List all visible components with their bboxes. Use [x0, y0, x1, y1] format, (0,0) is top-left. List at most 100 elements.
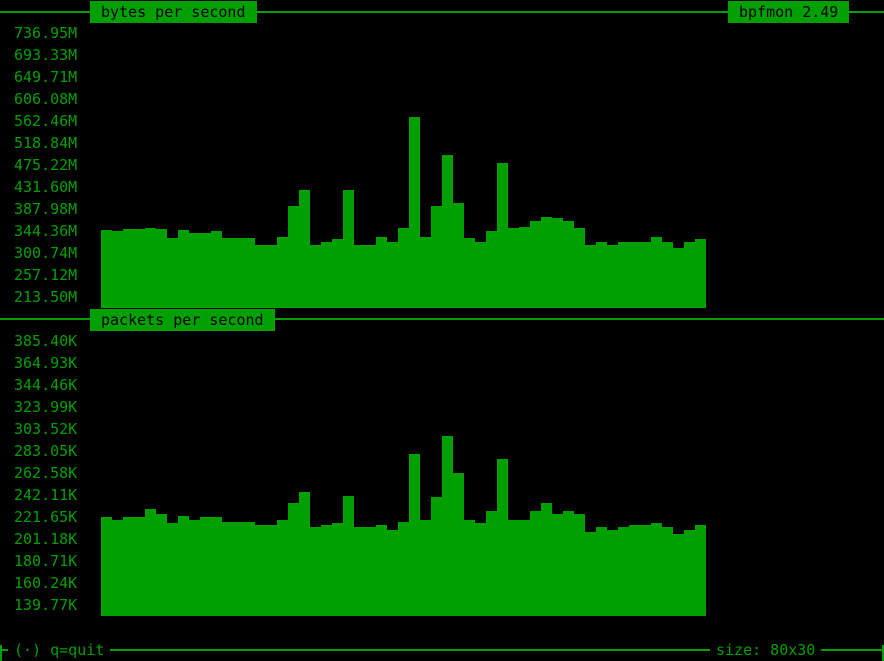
- y-tick-label: 606.08M: [14, 90, 78, 108]
- chart-bar: [629, 242, 640, 308]
- chart-bar: [695, 525, 706, 616]
- chart-bar: [255, 244, 266, 308]
- chart-bar: [497, 162, 508, 308]
- chart-bar: [563, 511, 574, 616]
- chart-bar: [365, 244, 376, 308]
- chart-bar: [618, 242, 629, 308]
- chart-bar: [629, 525, 640, 616]
- chart-bar: [288, 206, 299, 308]
- chart-bar: [233, 522, 244, 616]
- chart-bar: [167, 238, 178, 308]
- y-tick-label: 385.40K: [14, 332, 78, 350]
- chart-bar: [662, 527, 673, 616]
- chart-bar: [101, 516, 112, 616]
- chart-bar: [222, 238, 233, 308]
- y-tick-label: 431.60M: [14, 178, 78, 196]
- chart-bar: [266, 244, 277, 308]
- y-tick-label: 562.46M: [14, 112, 78, 130]
- chart-bar: [508, 519, 519, 616]
- y-tick-label: 323.99K: [14, 398, 78, 416]
- packets-chart: [101, 330, 884, 616]
- y-tick-label: 300.74M: [14, 244, 78, 262]
- y-tick-label: 387.98M: [14, 200, 78, 218]
- chart-bar: [684, 529, 695, 616]
- chart-bar: [134, 229, 145, 308]
- bytes-chart: [101, 22, 884, 308]
- chart-bar: [123, 516, 134, 616]
- chart-bar: [244, 522, 255, 616]
- chart-bar: [299, 190, 310, 308]
- chart-bar: [596, 527, 607, 616]
- chart-bar: [442, 436, 453, 616]
- chart-bar: [596, 242, 607, 308]
- packets-panel-title: packets per second: [90, 309, 275, 331]
- chart-bar: [585, 531, 596, 616]
- chart-bar: [387, 529, 398, 616]
- chart-bar: [343, 496, 354, 616]
- chart-bar: [200, 233, 211, 308]
- chart-bar: [497, 458, 508, 616]
- chart-bar: [530, 220, 541, 308]
- chart-bar: [398, 228, 409, 308]
- chart-bar: [607, 529, 618, 616]
- chart-bar: [222, 522, 233, 616]
- chart-bar: [552, 218, 563, 308]
- chart-bar: [277, 236, 288, 308]
- y-tick-label: 344.46K: [14, 376, 78, 394]
- y-tick-label: 364.93K: [14, 354, 78, 372]
- packets-y-axis: 385.40K 364.93K 344.46K 323.99K 303.52K …: [14, 330, 94, 616]
- chart-bar: [178, 229, 189, 308]
- chart-bar: [607, 244, 618, 308]
- chart-bar: [310, 244, 321, 308]
- chart-bar: [211, 516, 222, 616]
- chart-bar: [475, 242, 486, 308]
- chart-bar: [288, 502, 299, 616]
- chart-bar: [354, 527, 365, 616]
- app-title: bpfmon 2.49: [728, 1, 850, 23]
- y-tick-label: 649.71M: [14, 68, 78, 86]
- size-indicator: size: 80x30: [710, 639, 822, 661]
- chart-bar: [464, 519, 475, 616]
- y-tick-label: 242.11K: [14, 486, 78, 504]
- chart-bar: [123, 229, 134, 308]
- chart-bar: [189, 233, 200, 308]
- chart-bar: [640, 525, 651, 616]
- chart-bar: [398, 522, 409, 616]
- bytes-y-axis: 736.95M 693.33M 649.71M 606.08M 562.46M …: [14, 22, 94, 308]
- chart-bar: [354, 244, 365, 308]
- chart-bar: [101, 229, 112, 308]
- quit-hint[interactable]: (·) q=quit: [8, 639, 111, 661]
- chart-bar: [662, 242, 673, 308]
- chart-bar: [508, 228, 519, 308]
- chart-bar: [541, 216, 552, 308]
- y-tick-label: 283.05K: [14, 442, 78, 460]
- chart-bar: [475, 523, 486, 616]
- chart-bar: [112, 230, 123, 308]
- chart-bar: [387, 242, 398, 308]
- chart-bar: [464, 238, 475, 308]
- chart-bar: [156, 514, 167, 616]
- bytes-panel-title: bytes per second: [90, 1, 257, 23]
- chart-bar: [574, 228, 585, 308]
- chart-bar: [486, 230, 497, 308]
- chart-bar: [343, 190, 354, 308]
- y-tick-label: 257.12M: [14, 266, 78, 284]
- chart-bar: [442, 155, 453, 308]
- chart-bar: [585, 244, 596, 308]
- chart-bar: [420, 519, 431, 616]
- y-tick-label: 180.71K: [14, 552, 78, 570]
- chart-bar: [695, 239, 706, 308]
- chart-bar: [167, 523, 178, 616]
- chart-bar: [519, 226, 530, 308]
- chart-bar: [673, 248, 684, 308]
- left-border: [0, 645, 2, 661]
- chart-bar: [189, 519, 200, 616]
- chart-bar: [299, 491, 310, 616]
- chart-bar: [145, 509, 156, 616]
- chart-bar: [420, 236, 431, 308]
- chart-bar: [112, 519, 123, 616]
- chart-bar: [409, 454, 420, 616]
- chart-bar: [321, 242, 332, 308]
- chart-bar: [200, 516, 211, 616]
- chart-bar: [640, 242, 651, 308]
